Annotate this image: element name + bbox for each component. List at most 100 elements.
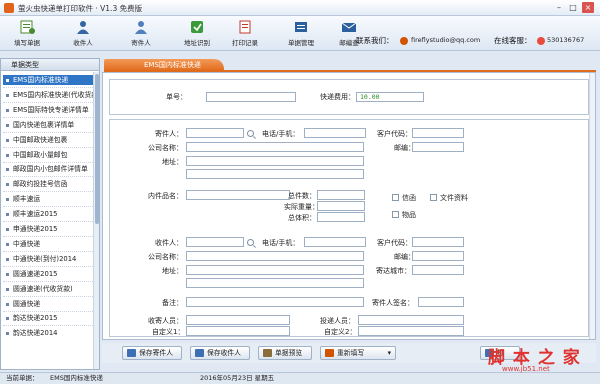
collector-input[interactable] [186, 315, 290, 325]
print-log-button[interactable]: 打印记录 [222, 20, 268, 50]
sender-address-input-2[interactable] [186, 169, 364, 179]
recipient-company-input[interactable] [186, 251, 364, 261]
bill-type-item[interactable]: EMS国内标准快递(代收货款) [3, 90, 93, 100]
bill-preview-button[interactable]: 单据预览 [258, 346, 312, 360]
recipient-button[interactable]: 收件人 [60, 20, 106, 50]
minimize-button[interactable]: – [553, 2, 565, 13]
sender-search-icon[interactable] [247, 130, 254, 137]
bill-type-item[interactable]: 韵达快递2015 [3, 313, 93, 323]
order-no-label: 单号： [166, 93, 187, 101]
save-icon [195, 349, 204, 357]
save-recipient-button[interactable]: 保存收件人 [190, 346, 250, 360]
sender-customer-code-input[interactable] [412, 128, 464, 138]
bullet-icon [6, 242, 9, 246]
bill-type-item[interactable]: 圆通速递(代收货款) [3, 284, 93, 294]
bill-type-item[interactable]: 邮政约投挂号信函 [3, 179, 93, 189]
address-recognize-button[interactable]: 地址识别 [174, 20, 220, 50]
bill-manage-button[interactable]: 单据管理 [278, 20, 324, 50]
recipient-phone-input[interactable] [304, 237, 366, 247]
bullet-icon [6, 153, 9, 157]
sender-icon [135, 21, 147, 34]
deliverer-input[interactable] [358, 315, 464, 325]
total-volume-input[interactable] [317, 212, 365, 222]
dest-city-label: 寄达城市： [376, 267, 411, 275]
bill-type-label: 韵达快递2014 [13, 329, 58, 338]
form-panel: 单号： 快递费用： 10.00 寄件人： 电话/手机： 客户代码： 公司名称： … [102, 72, 596, 340]
goods-checkbox[interactable] [392, 211, 399, 218]
recipient-postcode-input[interactable] [412, 251, 464, 261]
sender-address-input-1[interactable] [186, 156, 364, 166]
bill-type-label: 中国邮政小量邮包 [13, 150, 68, 159]
bill-type-item[interactable]: 中国邮政快递包裹 [3, 135, 93, 145]
bill-type-item[interactable]: 顺丰速运 [3, 194, 93, 204]
recipient-phone-label: 电话/手机： [262, 239, 300, 247]
save-sender-button[interactable]: 保存寄件人 [122, 346, 182, 360]
sender-sign-input[interactable] [418, 297, 464, 307]
contact-label: 联系我们： [356, 36, 394, 45]
sender-company-input[interactable] [186, 142, 364, 152]
bill-type-scrollbar[interactable] [93, 72, 99, 369]
total-count-label: 总件数： [288, 192, 316, 200]
close-button[interactable]: × [582, 2, 594, 13]
sender-phone-input[interactable] [304, 128, 366, 138]
bill-type-label: EMS国内标准快递 [13, 76, 69, 84]
bill-type-item[interactable]: 中通快递 [3, 239, 93, 249]
recipient-address-input-2[interactable] [186, 278, 364, 288]
support-label: 在线客服： [494, 36, 532, 45]
bullet-icon [6, 108, 9, 112]
custom1-input[interactable] [186, 326, 290, 336]
actual-weight-input[interactable] [317, 201, 365, 211]
recipient-address-input-1[interactable] [186, 265, 364, 275]
bill-type-item[interactable]: 韵达快递2014 [3, 328, 93, 338]
maximize-button[interactable]: □ [567, 2, 579, 13]
sender-button[interactable]: 寄件人 [118, 20, 164, 50]
recipient-search-icon[interactable] [247, 239, 254, 246]
bill-type-item[interactable]: 中国邮政小量邮包 [3, 150, 93, 160]
refill-button[interactable]: 重新填写 ▾ [320, 346, 396, 360]
recipient-input[interactable] [186, 237, 244, 247]
bill-type-item[interactable]: EMS国内标准快递 [3, 75, 93, 85]
bullet-icon [6, 138, 9, 142]
sender-input[interactable] [186, 128, 244, 138]
save-recipient-label: 保存收件人 [207, 349, 241, 357]
bill-type-header: 单据类型 [1, 59, 99, 71]
bill-type-item[interactable]: 邮政国内小包邮件详情单 [3, 164, 93, 174]
bill-type-item[interactable]: 圆通快递 [3, 299, 93, 309]
file-checkbox[interactable] [430, 194, 437, 201]
qq-icon [537, 37, 545, 45]
bill-preview-label: 单据预览 [275, 349, 303, 357]
list-separator [3, 265, 93, 267]
form-scrollbar[interactable] [589, 73, 595, 339]
dest-city-input[interactable] [412, 265, 464, 275]
scroll-thumb[interactable] [95, 74, 99, 224]
support-qq[interactable]: 530136767 [547, 36, 584, 44]
deliverer-label: 投递人员： [320, 317, 355, 325]
recipient-company-label: 公司名称： [148, 253, 183, 261]
bill-type-label: 中通快递(到付)2014 [13, 254, 77, 263]
bill-type-item[interactable]: 申通快递2015 [3, 224, 93, 234]
sender-postcode-input[interactable] [412, 142, 464, 152]
remark-input[interactable] [186, 297, 364, 307]
item-name-input[interactable] [186, 190, 290, 200]
custom2-label: 自定义2： [324, 328, 357, 336]
recipient-customer-code-input[interactable] [412, 237, 464, 247]
custom2-input[interactable] [358, 326, 464, 336]
total-volume-label: 总体积： [288, 214, 316, 222]
contact-email[interactable]: fireflystudio@qq.com [411, 36, 480, 44]
bill-type-label: EMS国内标准快递(代收货款) [13, 90, 93, 99]
list-separator [3, 191, 93, 193]
doc-checkbox[interactable] [392, 194, 399, 201]
collector-label: 收寄人员： [148, 317, 183, 325]
bill-type-item[interactable]: 圆通速递2015 [3, 269, 93, 279]
total-count-input[interactable] [317, 190, 365, 200]
fee-input[interactable]: 10.00 [356, 92, 424, 102]
bill-type-item[interactable]: 中通快递(到付)2014 [3, 254, 93, 264]
bill-type-item[interactable]: EMS国际特快专递详情单 [3, 105, 93, 115]
bullet-icon [6, 198, 9, 202]
fill-form-button[interactable]: 填写单据 [4, 20, 50, 50]
bill-type-item[interactable]: 顺丰速运2015 [3, 209, 93, 219]
order-no-input[interactable] [206, 92, 296, 102]
bill-type-item[interactable]: 国内快递包裹详情单 [3, 120, 93, 130]
chevron-down-icon[interactable]: ▾ [388, 347, 391, 359]
bill-type-label: 圆通速递2015 [13, 269, 58, 278]
